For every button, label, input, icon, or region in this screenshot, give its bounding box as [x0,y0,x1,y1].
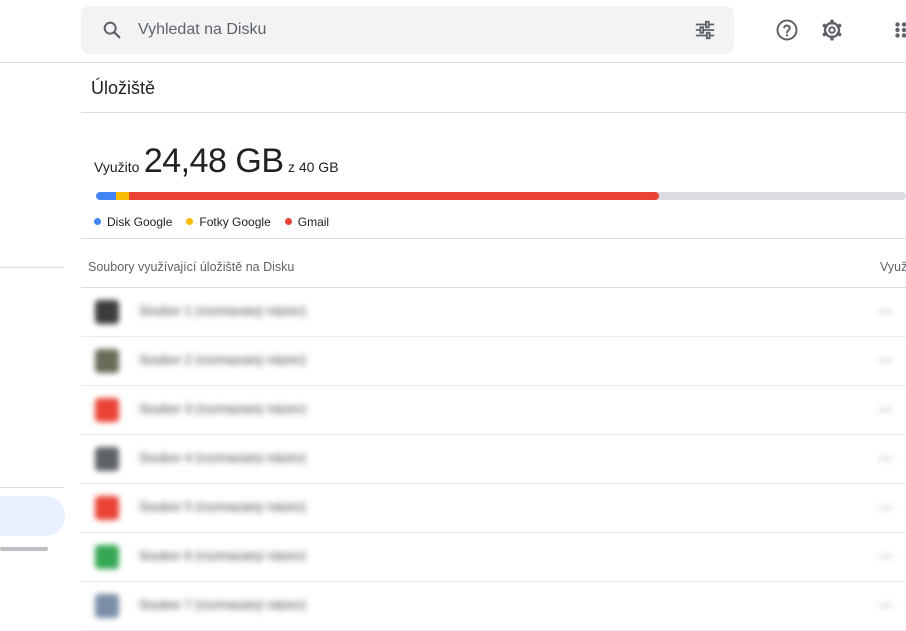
legend-label: Gmail [297,215,330,229]
usage-segment-disk [96,192,116,200]
search-icon[interactable] [101,19,123,41]
section-divider [81,238,906,239]
table-row[interactable]: Soubor 5 (rozmazaný název) — [81,484,906,533]
storage-usage-bar [96,192,906,200]
search-bar[interactable]: Vyhledat na Disku [81,6,734,54]
title-divider [81,112,906,113]
file-name[interactable]: Soubor 6 (rozmazaný název) [139,548,306,563]
sidebar-item-storage[interactable] [0,496,65,536]
file-type-icon [95,398,119,422]
usage-legend: Disk Google Fotky Google Gmail [94,215,343,229]
table-row[interactable]: Soubor 2 (rozmazaný název) — [81,337,906,386]
usage-segment-gmail [129,192,659,200]
file-name[interactable]: Soubor 3 (rozmazaný název) [139,401,306,416]
sidebar-storage-meter [0,547,48,551]
file-type-icon [95,496,119,520]
file-size: — [879,303,892,318]
file-type-icon [95,594,119,618]
file-name[interactable]: Soubor 1 (rozmazaný název) [139,303,306,318]
table-row[interactable]: Soubor 7 (rozmazaný název) — [81,582,906,631]
file-size: — [879,352,892,367]
file-type-icon [95,349,119,373]
table-row[interactable]: Soubor 4 (rozmazaný název) — [81,435,906,484]
header-divider [0,62,906,63]
files-section-header: Soubory využívající úložiště na Disku [88,260,295,274]
file-name[interactable]: Soubor 7 (rozmazaný název) [139,597,306,612]
table-row[interactable]: Soubor 6 (rozmazaný název) — [81,533,906,582]
file-type-icon [95,447,119,471]
used-label: Využito [94,159,140,175]
file-size: — [879,450,892,465]
file-size: — [879,401,892,416]
usage-segment-photos [116,192,129,200]
legend-dot-icon [94,218,101,225]
legend-label: Fotky Google [199,215,271,229]
file-type-icon [95,545,119,569]
settings-icon[interactable] [820,18,844,42]
file-size: — [879,597,892,612]
storage-usage-summary: Využito 24,48 GB z 40 GB [94,142,339,181]
file-name[interactable]: Soubor 5 (rozmazaný název) [139,499,306,514]
help-icon[interactable] [775,18,799,42]
total-label: z 40 GB [287,159,339,175]
file-size: — [879,499,892,514]
file-name[interactable]: Soubor 4 (rozmazaný název) [139,450,306,465]
page-title: Úložiště [91,78,156,98]
search-input[interactable]: Vyhledat na Disku [138,21,266,39]
table-row[interactable]: Soubor 1 (rozmazaný název) — [81,288,906,337]
apps-icon[interactable] [895,18,906,42]
file-size: — [879,548,892,563]
sidebar-divider [0,487,64,488]
table-row[interactable]: Soubor 3 (rozmazaný název) — [81,386,906,435]
size-column-header[interactable]: Využ [880,260,906,274]
file-name[interactable]: Soubor 2 (rozmazaný název) [139,352,306,367]
used-value: 24,48 GB [143,142,284,180]
file-type-icon [95,300,119,324]
legend-label: Disk Google [107,215,173,229]
legend-dot-icon [186,218,194,225]
legend-item: Disk Google [94,215,172,229]
legend-item: Fotky Google [186,215,271,229]
legend-item: Gmail [284,215,330,229]
sidebar-divider [0,267,64,268]
search-options-icon[interactable] [694,19,716,41]
legend-dot-icon [284,218,292,225]
